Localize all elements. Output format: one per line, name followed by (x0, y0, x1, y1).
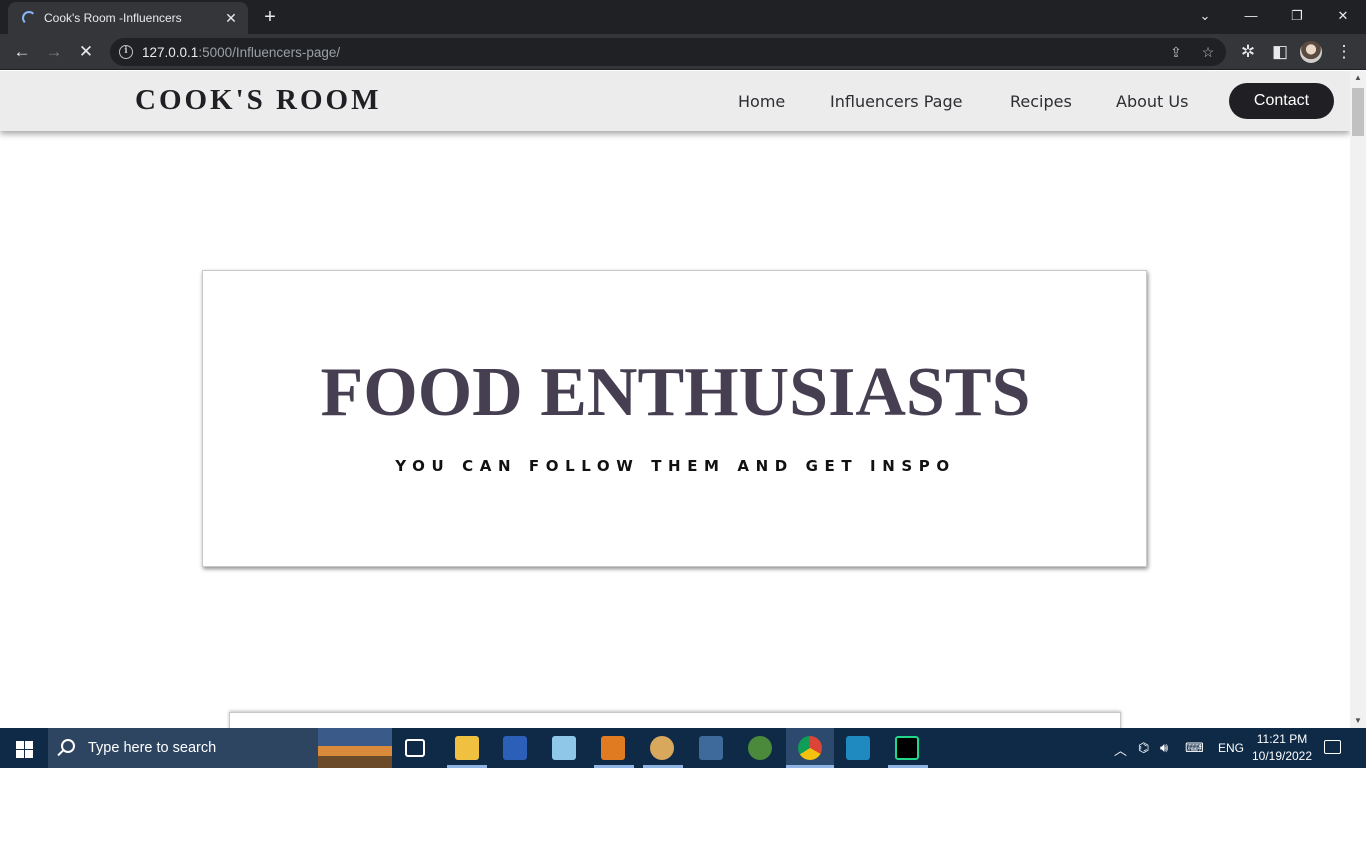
windows-logo-icon (16, 741, 24, 749)
stop-loading-icon[interactable]: ✕ (74, 40, 98, 64)
browser-tab-strip: Cook's Room -Influencers ✕ + ⌄ — ❐ ✕ (0, 0, 1366, 34)
more-menu-icon[interactable]: ⋮ (1332, 40, 1356, 64)
site-info-icon[interactable]: i (119, 45, 133, 59)
minimize-window-icon[interactable]: — (1228, 0, 1274, 32)
close-tab-icon[interactable]: ✕ (222, 9, 240, 27)
pycharm-icon[interactable] (895, 736, 919, 760)
url-text[interactable]: 127.0.0.1:5000/Influencers-page/ (142, 45, 340, 60)
volume-icon[interactable]: 🔊︎ (1160, 740, 1168, 756)
windows-logo-icon (25, 741, 33, 749)
taskbar-search-placeholder: Type here to search (88, 740, 217, 756)
url-path: :5000/Influencers-page/ (198, 45, 341, 60)
notepad-icon[interactable] (552, 736, 576, 760)
hero-card: FOOD ENTHUSIASTS YOU CAN FOLLOW THEM AND… (202, 270, 1147, 567)
sublime-text-icon[interactable] (601, 736, 625, 760)
keyboard-icon[interactable]: ⌨ (1185, 740, 1204, 756)
chrome-icon[interactable] (798, 736, 822, 760)
search-icon (61, 739, 75, 753)
profile-avatar[interactable] (1300, 41, 1322, 63)
nav-influencers-link[interactable]: Influencers Page (830, 92, 962, 111)
new-tab-plus-icon[interactable]: + (258, 5, 282, 29)
nav-home-link[interactable]: Home (738, 92, 785, 111)
virtualbox-icon[interactable] (846, 736, 870, 760)
tab-search-chevron-icon[interactable]: ⌄ (1182, 0, 1228, 32)
browser-toolbar: ← → ✕ i 127.0.0.1:5000/Influencers-page/… (0, 34, 1366, 70)
start-button[interactable] (0, 728, 48, 768)
language-indicator[interactable]: ENG (1218, 741, 1244, 755)
scroll-down-arrow-icon[interactable]: ▼ (1350, 714, 1366, 728)
restore-window-icon[interactable]: ❐ (1274, 0, 1320, 32)
running-indicator (786, 765, 834, 768)
clock-date[interactable]: 10/19/2022 (1248, 749, 1316, 763)
app-icon[interactable] (748, 736, 772, 760)
close-window-icon[interactable]: ✕ (1320, 0, 1366, 32)
tab-title: Cook's Room -Influencers (44, 11, 182, 25)
influencer-card-partial (229, 712, 1121, 728)
side-panel-icon[interactable]: ◧ (1268, 40, 1292, 64)
bookmark-star-icon[interactable]: ☆ (1198, 42, 1218, 62)
address-bar[interactable]: i 127.0.0.1:5000/Influencers-page/ ⇪ ☆ (110, 38, 1226, 66)
contact-button[interactable]: Contact (1229, 83, 1334, 119)
mysql-workbench-icon[interactable] (699, 736, 723, 760)
browser-tab-active[interactable]: Cook's Room -Influencers ✕ (8, 2, 248, 34)
page-viewport: COOK'S ROOM Home Influencers Page Recipe… (0, 71, 1350, 728)
url-host: 127.0.0.1 (142, 45, 199, 60)
scrollbar-thumb[interactable] (1352, 88, 1364, 136)
word-icon[interactable] (503, 736, 527, 760)
site-navbar: COOK'S ROOM Home Influencers Page Recipe… (0, 71, 1350, 131)
clock-time[interactable]: 11:21 PM (1252, 732, 1312, 746)
screen: Cook's Room -Influencers ✕ + ⌄ — ❐ ✕ ← →… (0, 0, 1366, 768)
nav-about-link[interactable]: About Us (1116, 92, 1188, 111)
running-indicator (447, 765, 487, 768)
loading-spinner-icon (22, 11, 36, 25)
hero-title: FOOD ENTHUSIASTS (320, 354, 1031, 431)
taskbar-search-box[interactable]: Type here to search (48, 728, 392, 768)
site-logo[interactable]: COOK'S ROOM (135, 84, 381, 117)
running-indicator (888, 765, 928, 768)
windows-logo-icon (16, 750, 24, 758)
extensions-puzzle-icon[interactable]: ✲ (1236, 40, 1260, 64)
running-indicator (643, 765, 683, 768)
page-scrollbar[interactable]: ▲ ▼ (1350, 71, 1366, 728)
running-indicator (594, 765, 634, 768)
scroll-up-arrow-icon[interactable]: ▲ (1350, 71, 1366, 85)
forward-arrow-icon[interactable]: → (42, 40, 66, 64)
nav-recipes-link[interactable]: Recipes (1010, 92, 1072, 111)
task-view-icon[interactable] (405, 739, 425, 757)
notification-icon[interactable] (1324, 740, 1341, 754)
meet-now-icon[interactable]: ⌬ (1138, 740, 1149, 756)
search-highlight-image (318, 728, 392, 768)
back-arrow-icon[interactable]: ← (10, 40, 34, 64)
paint-icon[interactable] (650, 736, 674, 760)
windows-taskbar: Type here to search ︿ ⌬ 🔊︎ ⌨ ENG 11:21 P… (0, 728, 1366, 768)
tray-chevron-icon[interactable]: ︿ (1114, 740, 1127, 759)
file-explorer-icon[interactable] (455, 736, 479, 760)
hero-subtitle: YOU CAN FOLLOW THEM AND GET INSPO (395, 457, 956, 475)
windows-logo-icon (25, 750, 33, 758)
share-icon[interactable]: ⇪ (1166, 42, 1186, 62)
